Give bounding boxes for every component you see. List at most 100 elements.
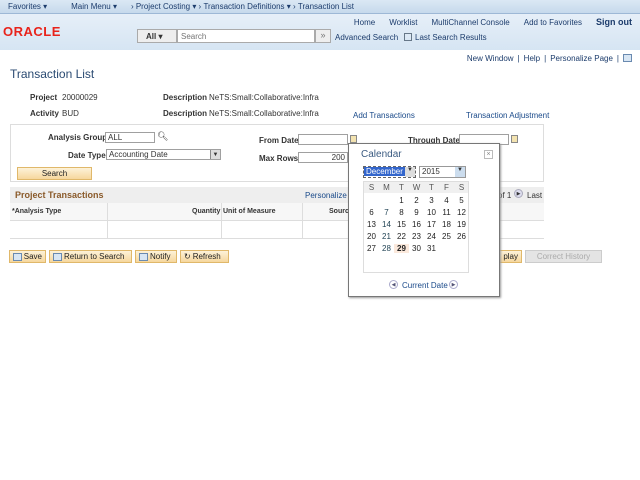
calendar-day[interactable]: 16 (409, 220, 424, 229)
column-unit-of-measure[interactable]: Unit of Measure (223, 208, 276, 215)
worklist-link[interactable]: Worklist (389, 18, 417, 27)
calendar-day[interactable]: 19 (454, 220, 469, 229)
grid-pager: of 1 (498, 191, 512, 200)
multichannel-console-link[interactable]: MultiChannel Console (431, 18, 509, 27)
refresh-button[interactable]: ↻ Refresh (180, 250, 229, 263)
year-value: 2015 (422, 167, 440, 176)
date-type-select[interactable]: Accounting Date ▼ (106, 149, 221, 160)
oracle-logo: ORACLE (3, 24, 61, 39)
chevron-down-icon: ▼ (405, 167, 415, 177)
year-select[interactable]: 2015 ▼ (419, 166, 466, 178)
calendar-day[interactable]: 9 (409, 208, 424, 217)
sign-out-link[interactable]: Sign out (596, 17, 632, 27)
calendar-day[interactable]: 23 (409, 232, 424, 241)
header: ORACLE Home Worklist MultiChannel Consol… (0, 14, 640, 50)
calendar-day[interactable]: 22 (394, 232, 409, 241)
month-select[interactable]: December ▼ (363, 166, 416, 178)
calendar-day[interactable]: 29 (394, 244, 409, 253)
personalize-page-link[interactable]: Personalize Page (550, 54, 613, 63)
page-options-icon[interactable] (623, 54, 632, 62)
calendar-day[interactable]: 12 (454, 208, 469, 217)
correct-history-button: Correct History (525, 250, 602, 263)
calendar-day[interactable]: 20 (364, 232, 379, 241)
calendar-day[interactable]: 26 (454, 232, 469, 241)
next-page-icon[interactable]: ▶ (514, 189, 523, 198)
search-go-button[interactable]: » (315, 29, 331, 43)
column-analysis-type[interactable]: *Analysis Type (12, 208, 61, 215)
calendar-day[interactable]: 13 (364, 220, 379, 229)
transaction-adjustment-link[interactable]: Transaction Adjustment (466, 111, 549, 120)
crumb-transaction-definitions[interactable]: Transaction Definitions ▾ (203, 2, 290, 11)
calendar-day[interactable]: 2 (409, 196, 424, 205)
search-input[interactable] (177, 29, 315, 43)
calendar-day[interactable]: 10 (424, 208, 439, 217)
calendar-day[interactable]: 4 (439, 196, 454, 205)
home-link[interactable]: Home (354, 18, 375, 27)
calendar-day[interactable]: 8 (394, 208, 409, 217)
calendar-day[interactable]: 3 (424, 196, 439, 205)
save-button[interactable]: Save (9, 250, 46, 263)
last-search-results-link[interactable]: Last Search Results (415, 33, 487, 42)
search-scope-value: All (146, 32, 157, 41)
crumb-project-costing[interactable]: Project Costing ▾ (136, 2, 196, 11)
from-date-label: From Date (259, 136, 299, 145)
current-date-link[interactable]: Current Date (402, 281, 448, 290)
project-description: NeTS:Small:Collaborative:Infra (209, 93, 319, 102)
calendar-day[interactable]: 28 (379, 244, 394, 253)
project-label: Project (30, 93, 58, 102)
crumb-transaction-list[interactable]: Transaction List (298, 2, 354, 11)
add-transactions-link[interactable]: Add Transactions (353, 111, 415, 120)
save-icon (13, 252, 22, 261)
weekday-header: T (399, 183, 404, 192)
calendar-day[interactable]: 24 (424, 232, 439, 241)
notify-button[interactable]: Notify (135, 250, 177, 263)
refresh-icon: ↻ (184, 252, 191, 261)
calendar-day[interactable]: 31 (424, 244, 439, 253)
return-icon (53, 252, 62, 261)
weekday-header: W (412, 183, 421, 192)
chevron-down-icon: ▼ (455, 167, 465, 177)
activity-description-label: Description (163, 109, 208, 118)
main-menu[interactable]: Main Menu ▾ (71, 2, 117, 11)
analysis-group-input[interactable]: ALL (105, 132, 155, 143)
previous-icon[interactable]: ◀ (389, 280, 398, 289)
calendar-day[interactable]: 15 (394, 220, 409, 229)
search-button[interactable]: Search (17, 167, 92, 180)
max-rows-input[interactable]: 200 (298, 152, 348, 163)
search-scope-select[interactable]: All ▾ (137, 29, 177, 43)
grid-personalize-link[interactable]: Personalize (305, 191, 347, 200)
page-title: Transaction List (10, 67, 95, 81)
calendar-day[interactable]: 11 (439, 208, 454, 217)
last-page-link[interactable]: Last (527, 191, 542, 200)
from-date-input[interactable] (298, 134, 348, 145)
new-window-link[interactable]: New Window (467, 54, 514, 63)
calendar-day[interactable]: 14 (379, 220, 394, 229)
calendar-day[interactable]: 5 (454, 196, 469, 205)
calendar-day[interactable]: 1 (394, 196, 409, 205)
help-link[interactable]: Help (524, 54, 540, 63)
advanced-search-link[interactable]: Advanced Search (335, 33, 398, 42)
calendar-day[interactable]: 25 (439, 232, 454, 241)
lookup-icon[interactable]: 🔍︎ (157, 131, 168, 142)
return-label: Return to Search (64, 252, 125, 261)
calendar-title: Calendar (361, 149, 402, 160)
favorites-menu[interactable]: Favorites ▾ (8, 2, 47, 11)
return-to-search-button[interactable]: Return to Search (49, 250, 132, 263)
calendar-day[interactable]: 7 (379, 208, 394, 217)
next-icon[interactable]: ▶ (449, 280, 458, 289)
close-icon[interactable]: × (484, 150, 493, 159)
menu-bar: Favorites ▾ Main Menu ▾ › Project Costin… (0, 0, 640, 14)
calendar-day[interactable]: 30 (409, 244, 424, 253)
calendar-day[interactable]: 27 (364, 244, 379, 253)
project-description-label: Description (163, 93, 208, 102)
add-to-favorites-link[interactable]: Add to Favorites (524, 18, 582, 27)
save-label: Save (23, 252, 42, 261)
calendar-icon[interactable] (350, 135, 357, 143)
calendar-day[interactable]: 17 (424, 220, 439, 229)
through-calendar-icon[interactable] (511, 135, 518, 143)
calendar-day[interactable]: 21 (379, 232, 394, 241)
calendar-day[interactable]: 18 (439, 220, 454, 229)
calendar-day[interactable]: 6 (364, 208, 379, 217)
column-quantity[interactable]: Quantity (192, 208, 220, 215)
last-search-icon (404, 33, 412, 41)
